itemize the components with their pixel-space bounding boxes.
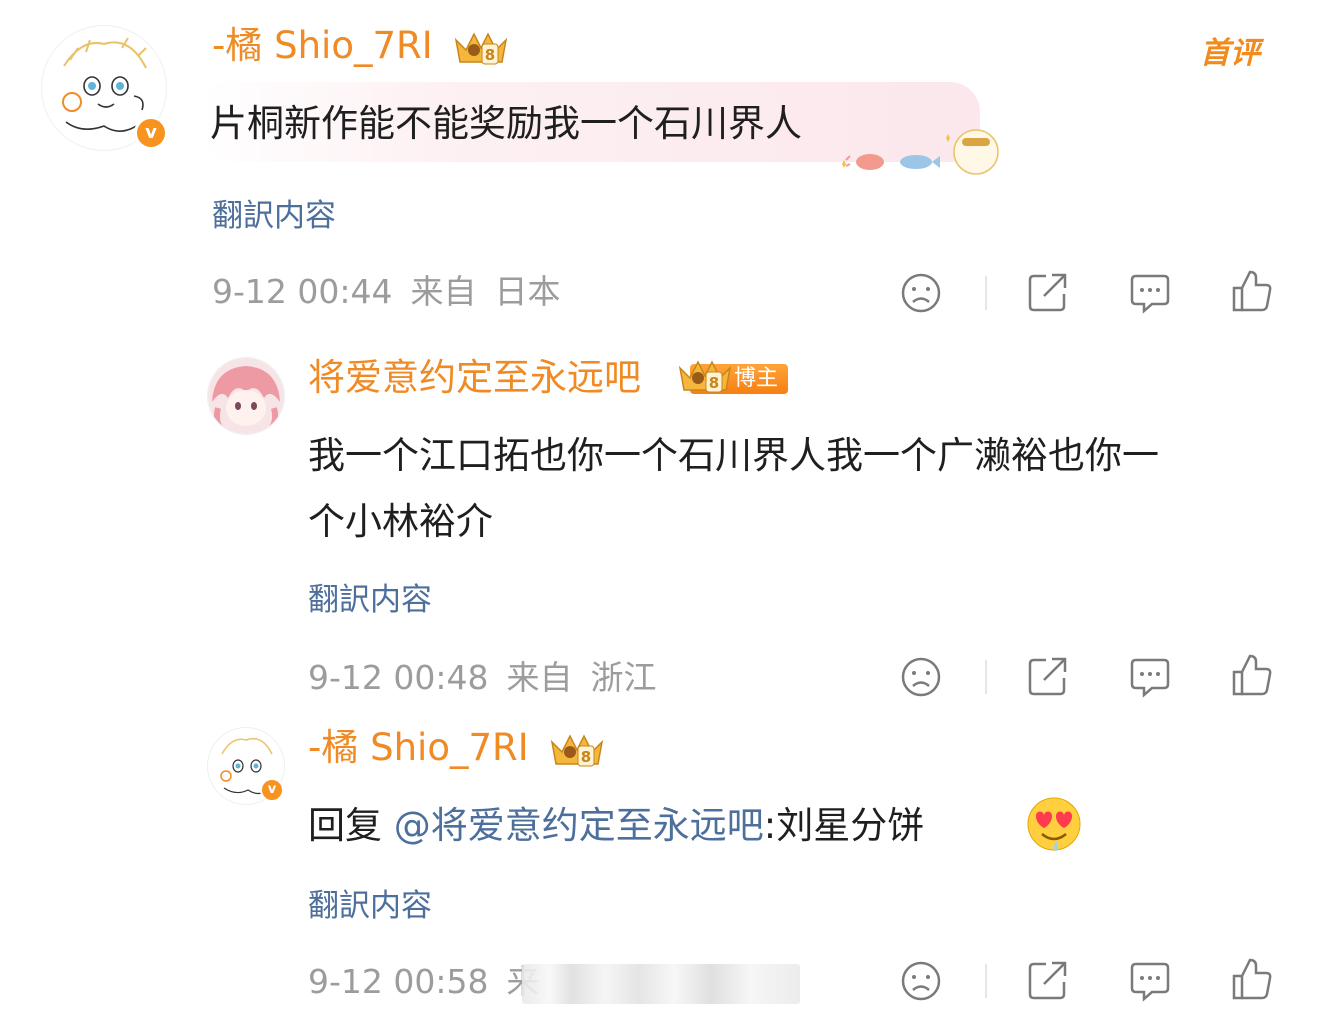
comment-username[interactable]: -橘 Shio_7RI [308,726,529,770]
frown-face-icon [901,961,941,1001]
translate-link[interactable]: 翻訳内容 [308,886,432,926]
comment-text-line: 个小林裕介 [308,500,493,543]
comment-bubble-icon [1130,274,1170,314]
dislike-button[interactable] [900,656,942,698]
like-button[interactable] [1230,268,1274,314]
translate-link[interactable]: 翻訳内容 [212,196,336,236]
comment-from: 来自 [506,658,573,697]
comment-button[interactable] [1128,656,1172,698]
action-divider [985,964,987,998]
blurred-location [522,964,800,1004]
share-icon [1028,657,1067,696]
comment-username[interactable]: -橘 Shio_7RI [212,24,433,68]
action-divider [985,660,987,694]
comment-button[interactable] [1128,960,1172,1002]
crown-level: 8 [581,748,591,766]
bubble-decoration-icon [836,120,1000,188]
comment-date: 9-12 00:48 [308,658,489,697]
share-button[interactable] [1026,270,1070,314]
comment-from: 来自 [410,272,477,311]
first-comment-badge: 首评 [1200,36,1260,71]
comment-date: 9-12 00:44 [212,272,393,311]
dislike-button[interactable] [900,960,942,1002]
share-icon [1028,273,1067,312]
translate-link[interactable]: 翻訳内容 [308,580,432,620]
share-icon [1028,961,1067,1000]
like-button[interactable] [1230,652,1274,698]
comment-date: 9-12 00:58 [308,962,489,1001]
comment-location: 日本 [494,272,561,311]
crown-badge-icon: 8 [548,730,606,770]
thumbs-up-icon [1232,270,1272,312]
comment-bubble-icon [1130,658,1170,698]
heart-eyes-emoji [1026,796,1082,856]
comment-bubble-icon [1130,962,1170,1002]
reply-prefix: 回复 [308,804,394,847]
like-button[interactable] [1230,956,1274,1002]
comment-text: 片桐新作能不能奖励我一个石川界人 [210,102,802,145]
comment-meta: 9-12 00:48 来自 浙江 [308,658,675,698]
comment-button[interactable] [1128,272,1172,314]
verified-badge: v [260,778,284,802]
frown-face-icon [901,273,941,313]
action-divider [985,276,987,310]
verified-badge: v [134,116,168,150]
reply-text: 回复 @将爱意约定至永远吧:刘星分饼 [308,794,924,858]
comment-text-line: 我一个江口拓也你一个石川界人我一个广濑裕也你一 [308,434,1159,477]
frown-face-icon [901,657,941,697]
comment-meta: 9-12 00:44 来自 日本 [212,272,579,312]
reply-body: :刘星分饼 [763,804,925,847]
comment-meta: 9-12 00:58来 [308,962,558,1002]
crown-level: 8 [709,374,719,392]
comment-location: 浙江 [590,658,657,697]
crown-level: 8 [485,46,495,64]
thumbs-up-icon [1232,654,1272,696]
crown-badge-icon: 8 [452,28,510,68]
reply-mention-link[interactable]: @将爱意约定至永远吧 [394,804,764,847]
share-button[interactable] [1026,958,1070,1002]
share-button[interactable] [1026,654,1070,698]
avatar[interactable] [208,358,284,434]
thumbs-up-icon [1232,958,1272,1000]
comment-username[interactable]: 将爱意约定至永远吧 [308,356,641,400]
dislike-button[interactable] [900,272,942,314]
crown-badge-icon: 8 [676,356,734,396]
